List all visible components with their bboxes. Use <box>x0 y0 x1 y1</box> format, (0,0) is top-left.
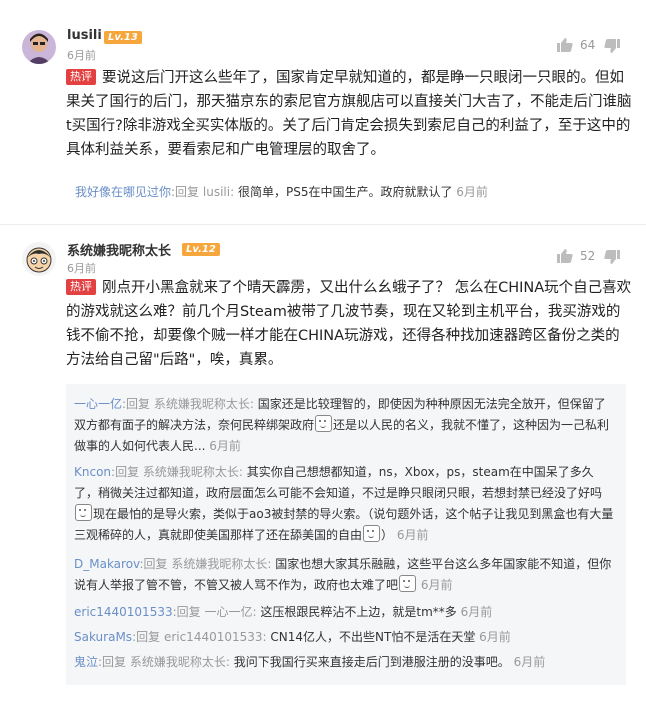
reply-target[interactable]: 系统嫌我昵称太长: <box>154 397 254 411</box>
username[interactable]: lusili <box>67 28 102 43</box>
level-badge: Lv.13 <box>104 31 142 44</box>
reply-word: :回复 <box>132 630 161 644</box>
reply-user[interactable]: eric1440101533 <box>74 605 173 619</box>
reply-row[interactable]: Kncon:回复 系统嫌我昵称太长: 其实你自己想想都知道，ns，Xbox，ps… <box>74 462 616 546</box>
reply-time: 6月前 <box>513 655 546 669</box>
reply-row[interactable]: SakuraMs:回复 eric1440101533: CN14亿人，不出些NT… <box>74 627 616 648</box>
level-badge: Lv.12 <box>182 243 220 256</box>
comment-time: 6月前 <box>67 262 96 275</box>
thumb-down-icon[interactable] <box>604 249 620 265</box>
reply-text: CN14亿人，不出些NT怕不是活在天堂 <box>270 630 476 644</box>
emoji-face-icon <box>315 415 333 432</box>
thumb-down-icon[interactable] <box>604 38 620 54</box>
hot-tag: 热评 <box>66 69 96 85</box>
comment-time: 6月前 <box>67 49 96 62</box>
emoji-face-icon <box>399 575 417 592</box>
reply-target[interactable]: 一心一亿: <box>204 605 256 619</box>
emoji-face-icon <box>363 525 381 542</box>
reply-text-end: ） <box>381 528 394 542</box>
reply-text: 我问下我国行买来直接走后门到港服注册的没事吧。 <box>233 655 510 669</box>
reply-word: :回复 <box>122 397 151 411</box>
reply-row[interactable]: 一心一亿:回复 系统嫌我昵称太长: 国家还是比较理智的，即使因为种种原因无法完全… <box>74 394 616 457</box>
comment-body: 热评 要说这后门开这么些年了，国家肯定早就知道的，都是睁一只眼闭一只眼的。但如果关… <box>66 66 632 162</box>
comment-body: 热评 刚点开小黑盒就来了个晴天霹雳，又出什么幺蛾子了？ 怎么在CHINA玩个自己喜… <box>66 276 632 372</box>
reply-box: 一心一亿:回复 系统嫌我昵称太长: 国家还是比较理智的，即使因为种种原因无法完全… <box>66 384 626 685</box>
reply-target[interactable]: 系统嫌我昵称太长: <box>171 557 271 571</box>
reply-word: :回复 <box>139 557 168 571</box>
reply-time: 6月前 <box>209 439 241 453</box>
reply-row[interactable]: 鬼泣:回复 系统嫌我昵称太长: 我问下我国行买来直接走后门到港服注册的没事吧。 … <box>74 652 616 673</box>
reply-user[interactable]: 我好像在哪见过你 <box>75 185 171 199</box>
reply-target[interactable]: 系统嫌我昵称太长: <box>130 655 230 669</box>
reply-word: :回复 <box>172 605 201 619</box>
emoji-face-icon <box>75 504 92 521</box>
comment-text: 要说这后门开这么些年了，国家肯定早就知道的，都是睁一只眼闭一只眼的。但如果关了国… <box>66 70 632 158</box>
comment-text: 刚点开小黑盒就来了个晴天霹雳，又出什么幺蛾子了？ 怎么在CHINA玩个自己喜欢的… <box>66 280 632 368</box>
reply-target[interactable]: eric1440101533: <box>164 630 267 644</box>
reply-row[interactable]: 我好像在哪见过你:回复 lusili: 很简单，PS5在中国生产。政府就默认了 … <box>75 183 635 200</box>
reply-target[interactable]: lusili: <box>203 185 234 199</box>
reply-text-cont: 现在最怕的是导火索，类似于ao3被封禁的导火索。（说句题外话，这个帖子让我见到黑… <box>74 507 614 542</box>
reply-word: :回复 <box>171 185 200 199</box>
reply-time: 6月前 <box>396 528 429 542</box>
reply-user[interactable]: Kncon <box>74 465 111 479</box>
avatar[interactable] <box>22 242 56 276</box>
reply-user[interactable]: 鬼泣 <box>74 655 98 669</box>
like-count: 52 <box>580 249 596 263</box>
divider <box>0 224 646 225</box>
reply-row[interactable]: D_Makarov:回复 系统嫌我昵称太长: 国家也想大家其乐融融，这些平台这么… <box>74 554 616 596</box>
reply-user[interactable]: SakuraMs <box>74 630 132 644</box>
reply-user[interactable]: D_Makarov <box>74 557 140 571</box>
thumb-up-icon[interactable] <box>557 248 573 264</box>
thumb-up-icon[interactable] <box>557 37 573 53</box>
avatar[interactable] <box>22 30 56 64</box>
reply-text: 很简单，PS5在中国生产。政府就默认了 <box>237 185 453 199</box>
reply-word: :回复 <box>111 465 140 479</box>
reply-user[interactable]: 一心一亿 <box>74 397 122 411</box>
reply-target[interactable]: 系统嫌我昵称太长: <box>143 465 243 479</box>
like-count: 64 <box>580 38 596 52</box>
hot-tag: 热评 <box>66 279 96 295</box>
reply-time: 6月前 <box>420 578 453 592</box>
reply-row[interactable]: eric1440101533:回复 一心一亿: 这压根跟民粹沾不上边，就是tm*… <box>74 602 616 623</box>
reply-time: 6月前 <box>460 605 493 619</box>
reply-text: 这压根跟民粹沾不上边，就是tm**多 <box>260 605 457 619</box>
reply-time: 6月前 <box>479 630 511 644</box>
reply-word: :回复 <box>98 655 127 669</box>
reply-time: 6月前 <box>456 185 488 199</box>
username[interactable]: 系统嫌我昵称太长 <box>67 240 171 259</box>
